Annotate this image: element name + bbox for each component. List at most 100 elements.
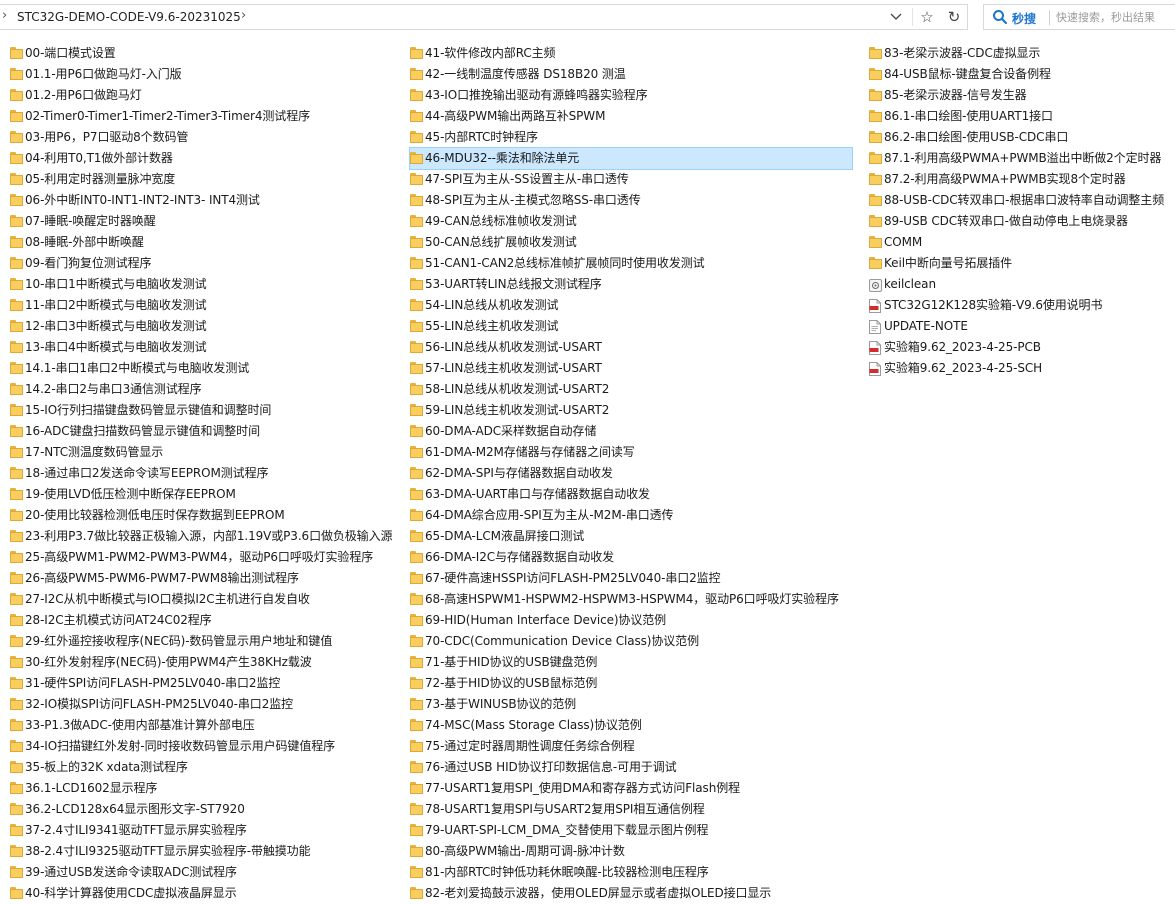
- file-list-item[interactable]: 36.2-LCD128x64显示图形文字-ST7920: [10, 799, 402, 820]
- file-list-item[interactable]: 45-内部RTC时钟程序: [410, 127, 852, 148]
- file-list-item[interactable]: 03-用P6，P7口驱动8个数码管: [10, 127, 402, 148]
- file-list-item[interactable]: 47-SPI互为主从-SS设置主从-串口透传: [410, 169, 852, 190]
- file-list-item[interactable]: 23-利用P3.7做比较器正极输入源，内部1.19V或P3.6口做负极输入源: [10, 526, 402, 547]
- file-list-item[interactable]: 33-P1.3做ADC-使用内部基准计算外部电压: [10, 715, 402, 736]
- file-list-item[interactable]: keilclean: [869, 274, 1175, 295]
- file-list-item[interactable]: 25-高级PWM1-PWM2-PWM3-PWM4，驱动P6口呼吸灯实验程序: [10, 547, 402, 568]
- file-list-item[interactable]: 05-利用定时器测量脉冲宽度: [10, 169, 402, 190]
- file-list-item[interactable]: 49-CAN总线标准帧收发测试: [410, 211, 852, 232]
- file-list-item[interactable]: 30-红外发射程序(NEC码)-使用PWM4产生38KHz载波: [10, 652, 402, 673]
- file-list-item[interactable]: 73-基于WINUSB协议的范例: [410, 694, 852, 715]
- file-list-item[interactable]: 06-外中断INT0-INT1-INT2-INT3- INT4测试: [10, 190, 402, 211]
- file-list-item[interactable]: 48-SPI互为主从-主模式忽略SS-串口透传: [410, 190, 852, 211]
- file-list-item[interactable]: 16-ADC键盘扫描数码管显示键值和调整时间: [10, 421, 402, 442]
- file-list-item[interactable]: 58-LIN总线从机收发测试-USART2: [410, 379, 852, 400]
- file-list-item[interactable]: 86.2-串口绘图-使用USB-CDC串口: [869, 127, 1175, 148]
- file-list-item[interactable]: 51-CAN1-CAN2总线标准帧扩展帧同时使用收发测试: [410, 253, 852, 274]
- file-list-item[interactable]: 12-串口3中断模式与电脑收发测试: [10, 316, 402, 337]
- address-path[interactable]: STC32G-DEMO-CODE-V9.6-20231025: [17, 10, 241, 24]
- file-list-item[interactable]: 32-IO模拟SPI访问FLASH-PM25LV040-串口2监控: [10, 694, 402, 715]
- file-list-item[interactable]: 50-CAN总线扩展帧收发测试: [410, 232, 852, 253]
- file-list-item[interactable]: 44-高级PWM输出两路互补SPWM: [410, 106, 852, 127]
- file-list-item[interactable]: 28-I2C主机模式访问AT24C02程序: [10, 610, 402, 631]
- file-list-item[interactable]: 53-UART转LIN总线报文测试程序: [410, 274, 852, 295]
- file-list-item[interactable]: 19-使用LVD低压检测中断保存EEPROM: [10, 484, 402, 505]
- file-list-item[interactable]: 43-IO口推挽输出驱动有源蜂鸣器实验程序: [410, 85, 852, 106]
- file-list-item[interactable]: 57-LIN总线主机收发测试-USART: [410, 358, 852, 379]
- file-list-item[interactable]: 01.1-用P6口做跑马灯-入门版: [10, 64, 402, 85]
- file-list-item[interactable]: 54-LIN总线从机收发测试: [410, 295, 852, 316]
- file-list-item[interactable]: 04-利用T0,T1做外部计数器: [10, 148, 402, 169]
- file-list-item[interactable]: 14.2-串口2与串口3通信测试程序: [10, 379, 402, 400]
- file-list-item[interactable]: 68-高速HSPWM1-HSPWM2-HSPWM3-HSPWM4，驱动P6口呼吸…: [410, 589, 852, 610]
- file-list-item[interactable]: 82-老刘爱捣鼓示波器，使用OLED屏显示或者虚拟OLED接口显示: [410, 883, 852, 904]
- file-list-item[interactable]: 85-老梁示波器-信号发生器: [869, 85, 1175, 106]
- file-list-item[interactable]: 78-USART1复用SPI与USART2复用SPI相互通信例程: [410, 799, 852, 820]
- breadcrumb-chevron-icon[interactable]: ›: [241, 8, 246, 23]
- file-list-item[interactable]: 46-MDU32--乘法和除法单元: [409, 147, 853, 170]
- file-list-item[interactable]: 31-硬件SPI访问FLASH-PM25LV040-串口2监控: [10, 673, 402, 694]
- file-list-item[interactable]: 26-高级PWM5-PWM6-PWM7-PWM8输出测试程序: [10, 568, 402, 589]
- file-list-item[interactable]: 63-DMA-UART串口与存储器数据自动收发: [410, 484, 852, 505]
- file-list-item[interactable]: 59-LIN总线主机收发测试-USART2: [410, 400, 852, 421]
- file-list-item[interactable]: 62-DMA-SPI与存储器数据自动收发: [410, 463, 852, 484]
- file-list-item[interactable]: 75-通过定时器周期性调度任务综合例程: [410, 736, 852, 757]
- chevron-right-icon[interactable]: ›: [2, 8, 7, 23]
- file-list-item[interactable]: 87.1-利用高级PWMA+PWMB溢出中断做2个定时器: [869, 148, 1175, 169]
- file-list-item[interactable]: 38-2.4寸ILI9325驱动TFT显示屏实验程序-带触摸功能: [10, 841, 402, 862]
- search-button[interactable]: 秒搜: [1012, 10, 1036, 27]
- file-list-item[interactable]: 83-老梁示波器-CDC虚拟显示: [869, 43, 1175, 64]
- refresh-icon[interactable]: ↻: [944, 7, 964, 27]
- file-list-item[interactable]: 40-科学计算器使用CDC虚拟液晶屏显示: [10, 883, 402, 904]
- file-list-item[interactable]: 34-IO扫描键红外发射-同时接收数码管显示用户码键值程序: [10, 736, 402, 757]
- file-list-item[interactable]: 42-一线制温度传感器 DS18B20 测温: [410, 64, 852, 85]
- file-list-item[interactable]: 36.1-LCD1602显示程序: [10, 778, 402, 799]
- file-list-item[interactable]: 67-硬件高速HSSPI访问FLASH-PM25LV040-串口2监控: [410, 568, 852, 589]
- file-list-item[interactable]: UPDATE-NOTE: [869, 316, 1175, 337]
- file-list-item[interactable]: 07-睡眠-唤醒定时器唤醒: [10, 211, 402, 232]
- file-list-item[interactable]: 08-睡眠-外部中断唤醒: [10, 232, 402, 253]
- file-list-item[interactable]: 02-Timer0-Timer1-Timer2-Timer3-Timer4测试程…: [10, 106, 402, 127]
- file-list-item[interactable]: 70-CDC(Communication Device Class)协议范例: [410, 631, 852, 652]
- file-list-item[interactable]: 20-使用比较器检测低电压时保存数据到EEPROM: [10, 505, 402, 526]
- favorite-star-icon[interactable]: ☆: [917, 7, 937, 27]
- file-list-item[interactable]: 13-串口4中断模式与电脑收发测试: [10, 337, 402, 358]
- file-list-item[interactable]: 89-USB CDC转双串口-做自动停电上电烧录器: [869, 211, 1175, 232]
- file-list-item[interactable]: 10-串口1中断模式与电脑收发测试: [10, 274, 402, 295]
- file-list-item[interactable]: STC32G12K128实验箱-V9.6使用说明书: [869, 295, 1175, 316]
- file-list-item[interactable]: 77-USART1复用SPI_使用DMA和寄存器方式访问Flash例程: [410, 778, 852, 799]
- file-list-item[interactable]: 66-DMA-I2C与存储器数据自动收发: [410, 547, 852, 568]
- file-list-item[interactable]: 09-看门狗复位测试程序: [10, 253, 402, 274]
- file-list-item[interactable]: 72-基于HID协议的USB鼠标范例: [410, 673, 852, 694]
- file-list-item[interactable]: 27-I2C从机中断模式与IO口模拟I2C主机进行自发自收: [10, 589, 402, 610]
- file-list-item[interactable]: 61-DMA-M2M存储器与存储器之间读写: [410, 442, 852, 463]
- file-list-item[interactable]: 41-软件修改内部RC主频: [410, 43, 852, 64]
- file-list-item[interactable]: 84-USB鼠标-键盘复合设备例程: [869, 64, 1175, 85]
- file-list-item[interactable]: Keil中断向量号拓展插件: [869, 253, 1175, 274]
- file-list-item[interactable]: 56-LIN总线从机收发测试-USART: [410, 337, 852, 358]
- file-list-item[interactable]: 39-通过USB发送命令读取ADC测试程序: [10, 862, 402, 883]
- file-list-item[interactable]: 65-DMA-LCM液晶屏接口测试: [410, 526, 852, 547]
- file-list-item[interactable]: 76-通过USB HID协议打印数据信息-可用于调试: [410, 757, 852, 778]
- file-list-item[interactable]: 00-端口模式设置: [10, 43, 402, 64]
- file-list-item[interactable]: 81-内部RTC时钟低功耗休眠唤醒-比较器检测电压程序: [410, 862, 852, 883]
- file-list-item[interactable]: 79-UART-SPI-LCM_DMA_交替使用下载显示图片例程: [410, 820, 852, 841]
- file-list-item[interactable]: COMM: [869, 232, 1175, 253]
- file-list-item[interactable]: 01.2-用P6口做跑马灯: [10, 85, 402, 106]
- file-list-item[interactable]: 14.1-串口1串口2中断模式与电脑收发测试: [10, 358, 402, 379]
- address-bar[interactable]: › STC32G-DEMO-CODE-V9.6-20231025 › ☆ ↻: [0, 4, 968, 30]
- file-list-item[interactable]: 实验箱9.62_2023-4-25-PCB: [869, 337, 1175, 358]
- file-list-item[interactable]: 17-NTC测温度数码管显示: [10, 442, 402, 463]
- file-list-item[interactable]: 71-基于HID协议的USB键盘范例: [410, 652, 852, 673]
- file-list-item[interactable]: 69-HID(Human Interface Device)协议范例: [410, 610, 852, 631]
- file-list-item[interactable]: 35-板上的32K xdata测试程序: [10, 757, 402, 778]
- file-list-item[interactable]: 55-LIN总线主机收发测试: [410, 316, 852, 337]
- file-list-item[interactable]: 88-USB-CDC转双串口-根据串口波特率自动调整主频: [869, 190, 1175, 211]
- search-box[interactable]: 秒搜: [983, 4, 1175, 30]
- file-list-item[interactable]: 74-MSC(Mass Storage Class)协议范例: [410, 715, 852, 736]
- file-list-item[interactable]: 29-红外遥控接收程序(NEC码)-数码管显示用户地址和键值: [10, 631, 402, 652]
- file-list-item[interactable]: 15-IO行列扫描键盘数码管显示键值和调整时间: [10, 400, 402, 421]
- file-list-item[interactable]: 11-串口2中断模式与电脑收发测试: [10, 295, 402, 316]
- file-list-item[interactable]: 86.1-串口绘图-使用UART1接口: [869, 106, 1175, 127]
- file-list-item[interactable]: 87.2-利用高级PWMA+PWMB实现8个定时器: [869, 169, 1175, 190]
